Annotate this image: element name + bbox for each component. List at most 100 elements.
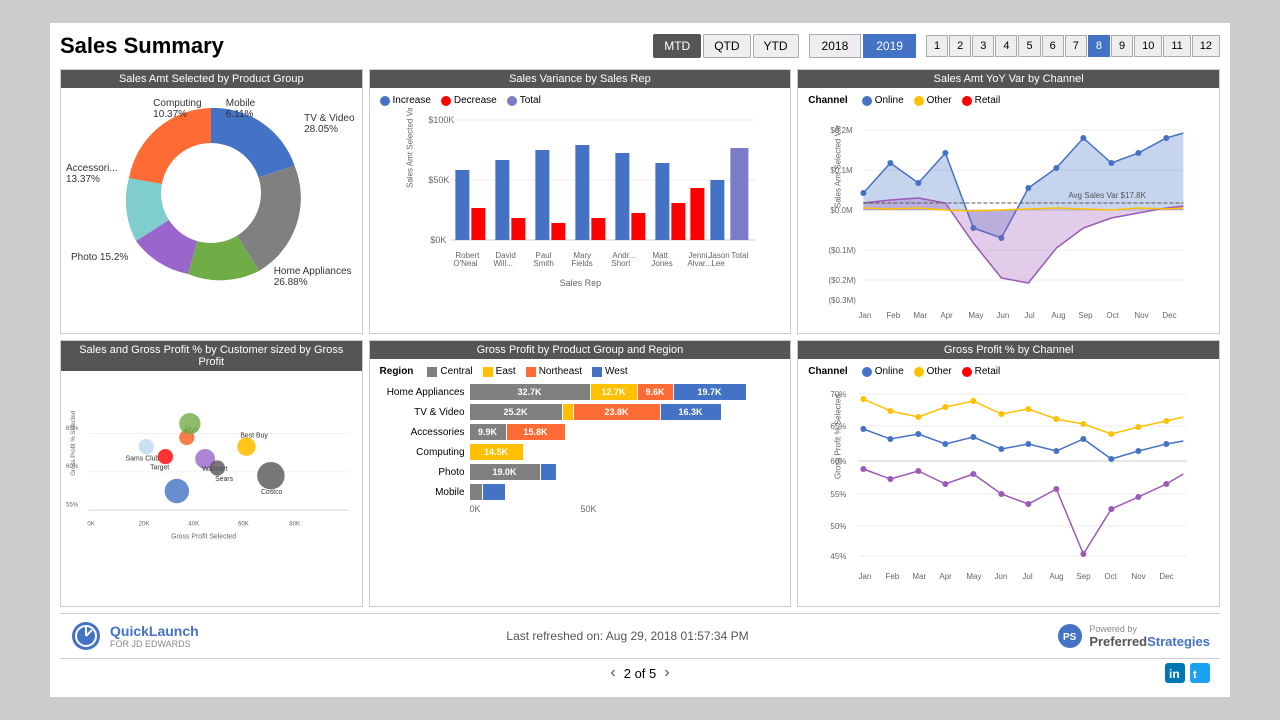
x-axis-labels: 0K 50K [380,504,786,514]
svg-text:Jan: Jan [859,572,872,581]
chart2-legend: Increase Decrease Total [375,93,786,108]
svg-text:Jul: Jul [1025,311,1035,320]
svg-text:Sales Amt Selected Var: Sales Amt Selected Var [405,108,414,188]
svg-text:Jun: Jun [997,311,1010,320]
seg-central: 19.0K [470,464,540,480]
quicklaunch-logo [70,620,102,652]
svg-text:50%: 50% [831,522,847,531]
svg-text:80K: 80K [289,520,300,527]
month-6[interactable]: 6 [1042,35,1064,57]
svg-text:($0.3M): ($0.3M) [829,296,857,305]
month-9[interactable]: 9 [1111,35,1133,57]
east-label: East [496,366,516,377]
svg-text:Smith: Smith [533,259,553,268]
svg-text:$50K: $50K [428,175,449,185]
month-2[interactable]: 2 [949,35,971,57]
ytd-button[interactable]: YTD [753,34,799,58]
month-4[interactable]: 4 [995,35,1017,57]
year-2018-button[interactable]: 2018 [809,34,862,58]
month-12[interactable]: 12 [1192,35,1220,57]
chart3-body: Channel Online Other Retail $0.2M $0.1M … [798,88,1219,333]
svg-text:Sales Amt Selected Var: Sales Amt Selected Var [834,124,843,208]
svg-text:Mar: Mar [913,572,927,581]
bar-computing: Computing 14.5K [380,444,786,460]
scatter-container: 65% 60% 55% 0K 20K 40K 60K 80K Gross Pr [66,381,357,601]
qtd-button[interactable]: QTD [703,34,750,58]
seg-central: 9.9K [470,424,506,440]
svg-text:55%: 55% [66,501,79,508]
svg-text:Aug: Aug [1052,311,1066,320]
charts-row-1: Sales Amt Selected by Product Group [60,69,1220,334]
chart1-body: Mobile6.11% Computing10.37% Accessori...… [61,88,362,298]
next-page-button[interactable]: › [664,664,669,682]
svg-text:Oct: Oct [1105,572,1118,581]
chart-scatter: Sales and Gross Profit % by Customer siz… [60,340,363,607]
prev-page-button[interactable]: ‹ [610,664,615,682]
svg-text:Lee: Lee [711,259,725,268]
page-info: 2 of 5 [624,666,657,681]
svg-text:40K: 40K [188,520,199,527]
chart1-title: Sales Amt Selected by Product Group [61,70,362,88]
seg-central: 32.7K [470,384,590,400]
svg-text:Best Buy: Best Buy [240,432,268,439]
svg-text:Oct: Oct [1107,311,1120,320]
donut-labels: Mobile6.11% Computing10.37% Accessori...… [66,93,357,293]
month-1[interactable]: 1 [926,35,948,57]
svg-text:Alvar...: Alvar... [687,259,711,268]
month-7[interactable]: 7 [1065,35,1087,57]
month-8[interactable]: 8 [1088,35,1110,57]
mtd-button[interactable]: MTD [653,34,701,58]
chart-gp-channel: Gross Profit % by Channel Channel Online… [797,340,1220,607]
chart5-legend: Region Central East Northeast West [375,364,786,379]
month-3[interactable]: 3 [972,35,994,57]
svg-text:Costco: Costco [261,489,283,496]
svg-text:O'Neal: O'Neal [453,259,477,268]
footer-bar: QuickLaunch FOR JD EDWARDS Last refreshe… [60,613,1220,658]
year-2019-button[interactable]: 2019 [863,34,916,58]
month-5[interactable]: 5 [1018,35,1040,57]
svg-text:Avg Sales Var $17.8K: Avg Sales Var $17.8K [1069,191,1147,200]
home-appliances-label: Home Appliances26.88% [274,266,352,288]
central-label: Central [440,366,472,377]
svg-text:Mar: Mar [914,311,928,320]
gp-line-svg: 70% 65% 60% 55% 50% 45% [803,379,1214,594]
seg-west [483,484,505,500]
svg-text:Sep: Sep [1077,572,1092,581]
gpbar-container: Home Appliances 32.7K 12.7K 9.6K 19.7K T… [375,379,786,514]
brand-name: QuickLaunch [110,623,199,639]
refresh-text: Last refreshed on: Aug 29, 2018 01:57:34… [506,629,748,643]
svg-text:in: in [1169,667,1180,681]
svg-text:Gross Profit % Selected: Gross Profit % Selected [70,411,77,476]
chart4-body: 65% 60% 55% 0K 20K 40K 60K 80K Gross Pr [61,371,362,606]
svg-text:t: t [1193,669,1197,681]
seg-northeast: 23.8K [574,404,660,420]
chart6-body: Channel Online Other Retail 70% 65% 60% … [798,359,1219,604]
retail-label: Retail [975,95,1001,106]
svg-text:May: May [967,572,982,581]
powered-by-label: Powered by [1089,624,1210,634]
svg-text:Total: Total [731,251,748,260]
svg-text:Jan: Jan [859,311,872,320]
seg-central: 25.2K [470,404,562,420]
other-label2: Other [927,366,952,377]
month-10[interactable]: 10 [1134,35,1162,57]
chart3-legend: Channel Online Other Retail [803,93,1214,108]
svg-text:Apr: Apr [940,572,953,581]
chart-gross-profit-product: Gross Profit by Product Group and Region… [369,340,792,607]
seg-northeast: 15.8K [507,424,565,440]
linkedin-icon[interactable]: in [1165,663,1185,683]
seg-east: 12.7K [591,384,637,400]
svg-text:Jun: Jun [995,572,1008,581]
bar-photo: Photo 19.0K [380,464,786,480]
chart5-body: Region Central East Northeast West Home … [370,359,791,519]
month-11[interactable]: 11 [1163,35,1190,57]
header: Sales Summary MTD QTD YTD 2018 2019 1 2 … [60,33,1220,59]
svg-text:Nov: Nov [1132,572,1146,581]
scatter-svg: 65% 60% 55% 0K 20K 40K 60K 80K Gross Pr [66,381,357,601]
seg-east [563,404,573,420]
west-label: West [605,366,628,377]
bar-accessories: Accessories 9.9K 15.8K [380,424,786,440]
chart6-title: Gross Profit % by Channel [798,341,1219,359]
seg-northeast: 9.6K [638,384,673,400]
twitter-icon[interactable]: t [1190,663,1210,683]
